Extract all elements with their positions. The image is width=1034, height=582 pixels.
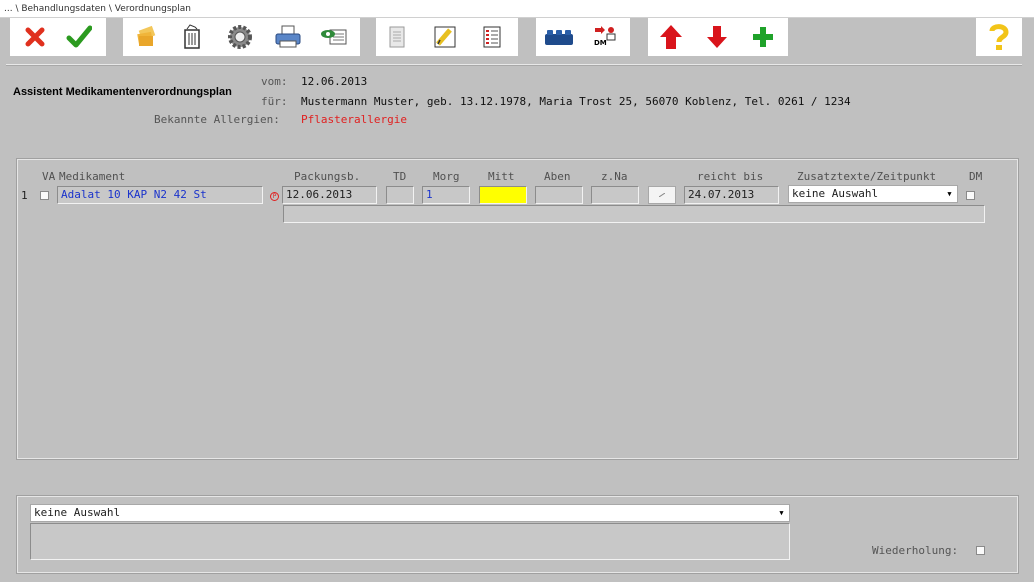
allergien-value: Pflasterallergie [301, 113, 407, 126]
view-card-button[interactable] [317, 21, 351, 53]
edit-button[interactable] [428, 21, 462, 53]
row-note-field[interactable] [283, 205, 985, 223]
window-titlebar: ... \ Behandlungsdaten \ Verordnungsplan [0, 0, 1034, 18]
medikament-field[interactable]: Adalat 10 KAP N2 42 St [57, 186, 263, 204]
col-header-morg: Morg [433, 170, 460, 183]
toolbar-group-order [648, 18, 788, 56]
aben-field[interactable] [535, 186, 583, 204]
toolbar-group-tools [123, 18, 360, 56]
confirm-button[interactable] [62, 21, 96, 53]
document-button[interactable] [380, 21, 414, 53]
gear-icon [228, 25, 252, 49]
bottom-select[interactable]: keine Auswahl ▼ [30, 504, 790, 522]
reicht-bis-field[interactable]: 24.07.2013 [684, 186, 779, 204]
cancel-x-icon [25, 27, 45, 47]
row-number: 1 [21, 189, 28, 202]
page-title: Assistent Medikamentenverordnungsplan [13, 86, 232, 98]
zusatz-select[interactable]: keine Auswahl ▼ [788, 185, 958, 203]
packungsb-field[interactable]: 12.06.2013 [282, 186, 377, 204]
chevron-down-icon: ▼ [943, 187, 956, 201]
blocks-button[interactable] [542, 21, 576, 53]
toolbar: DM [0, 18, 1034, 60]
morg-field[interactable]: 1 [422, 186, 470, 204]
confirm-check-icon [66, 25, 92, 48]
wiederholung-label: Wiederholung: [872, 544, 959, 557]
p-badge: P [270, 192, 279, 201]
arrow-up-icon [660, 25, 682, 49]
vom-value: 12.06.2013 [301, 75, 368, 88]
col-header-aben: Aben [544, 170, 571, 183]
dm-button[interactable]: DM [588, 21, 622, 53]
print-button[interactable] [271, 21, 305, 53]
plus-icon [753, 27, 773, 47]
medication-panel [16, 158, 1019, 460]
toolbar-separator [6, 64, 1022, 66]
edit-icon [434, 26, 456, 48]
bottom-text-area[interactable] [30, 523, 790, 560]
toolbar-group-dm: DM [536, 18, 630, 56]
col-header-packungsb: Packungsb. [294, 170, 361, 183]
col-header-zna: z.Na [601, 170, 628, 183]
col-header-zusatz: Zusatztexte/Zeitpunkt [797, 170, 937, 183]
chevron-down-icon: ▼ [775, 506, 788, 520]
calc-button[interactable] [648, 186, 676, 204]
fuer-label: für: [261, 95, 288, 108]
move-up-button[interactable] [654, 21, 688, 53]
window-title: ... \ Behandlungsdaten \ Verordnungsplan [4, 4, 191, 14]
stack-button[interactable] [129, 21, 163, 53]
checklist-button[interactable] [475, 21, 509, 53]
dm-icon: DM [594, 26, 616, 47]
va-checkbox[interactable] [40, 191, 49, 200]
toolbar-group-help [976, 18, 1022, 56]
col-header-va: VA [42, 170, 56, 183]
zna-field[interactable] [591, 186, 639, 204]
small-arrow-icon [659, 193, 665, 197]
cancel-button[interactable] [18, 21, 52, 53]
document-icon [389, 26, 405, 48]
checklist-icon [483, 26, 501, 48]
patient-info: Mustermann Muster, geb. 13.12.1978, Mari… [301, 95, 851, 108]
stack-icon [137, 25, 156, 46]
bottom-select-value: keine Auswahl [34, 506, 121, 519]
help-icon [989, 24, 1009, 50]
printer-icon [275, 25, 301, 48]
zusatz-select-value: keine Auswahl [792, 187, 879, 200]
arrow-down-icon [707, 26, 727, 48]
col-header-mitt: Mitt [488, 170, 515, 183]
col-header-medikament: Medikament [59, 170, 126, 183]
vom-label: vom: [261, 75, 288, 88]
add-button[interactable] [746, 21, 780, 53]
help-button[interactable] [982, 21, 1016, 53]
mitt-field[interactable] [479, 186, 527, 204]
trash-button[interactable] [175, 21, 209, 53]
settings-button[interactable] [223, 21, 257, 53]
col-header-dm: DM [969, 170, 983, 183]
dm-checkbox[interactable] [966, 191, 975, 200]
toolbar-group-confirm [10, 18, 106, 56]
allergien-label: Bekannte Allergien: [154, 113, 280, 126]
blocks-icon [545, 30, 573, 45]
col-header-reicht-bis: reicht bis [697, 170, 764, 183]
col-header-td: TD [393, 170, 407, 183]
card-eye-icon [321, 29, 347, 45]
wiederholung-checkbox[interactable] [976, 546, 985, 555]
trash-icon [184, 24, 200, 49]
toolbar-group-docs [376, 18, 518, 56]
svg-text:DM: DM [594, 39, 607, 47]
move-down-button[interactable] [700, 21, 734, 53]
td-field[interactable] [386, 186, 414, 204]
